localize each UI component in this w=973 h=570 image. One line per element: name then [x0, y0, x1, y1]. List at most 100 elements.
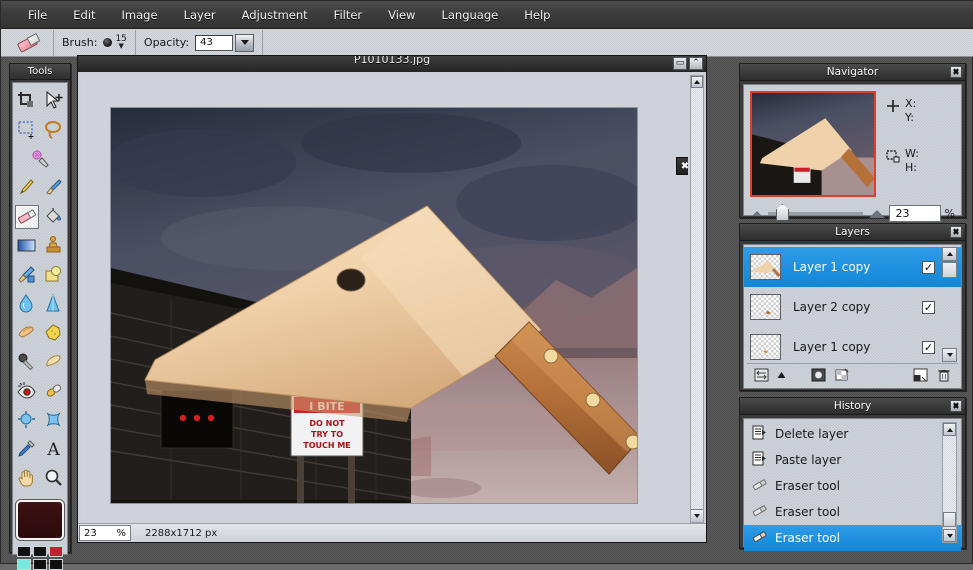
history-scroll-up-button[interactable] — [943, 423, 956, 436]
zoom-slider-handle[interactable] — [776, 204, 789, 221]
history-item[interactable]: Eraser tool — [744, 473, 961, 499]
sponge-tool-button[interactable] — [42, 321, 66, 345]
layer-visibility-checkbox[interactable]: ✓ — [922, 301, 935, 314]
hand-tool-button[interactable] — [15, 466, 39, 490]
scroll-down-button[interactable] — [691, 509, 703, 522]
navigator-percent-label: % — [945, 207, 955, 220]
document-title-bar[interactable]: P1010133.jpg ▭ ⌃ — [78, 56, 706, 73]
layer-effects-button[interactable] — [834, 367, 850, 383]
text-tool-button[interactable]: A — [42, 437, 66, 461]
pinch-tool-button[interactable] — [15, 408, 39, 432]
brush-size-stepper[interactable]: 15 ▼ — [115, 35, 126, 50]
zoom-out-icon[interactable] — [752, 211, 762, 216]
canvas-vertical-scrollbar[interactable] — [690, 75, 704, 523]
menu-item-filter[interactable]: Filter — [321, 5, 375, 25]
history-scroll-down-button[interactable] — [943, 529, 956, 542]
magic-wand-tool-button[interactable] — [28, 147, 52, 171]
layer-row[interactable]: Layer 2 copy ✓ — [744, 287, 961, 327]
layers-scroll-thumb[interactable] — [942, 262, 957, 278]
history-title-bar[interactable]: History ✖ — [740, 398, 965, 415]
smear-tool-button[interactable] — [42, 350, 66, 374]
layer-row[interactable]: Layer 1 copy ✓ — [744, 247, 961, 287]
history-item[interactable]: Delete layer — [744, 421, 961, 447]
scroll-up-button[interactable] — [691, 76, 703, 88]
palette-swatch-4[interactable] — [17, 559, 31, 570]
rectangle-select-tool-button[interactable] — [15, 118, 39, 142]
clone-stamp-tool-button[interactable] — [42, 234, 66, 258]
menu-item-view[interactable]: View — [375, 5, 428, 25]
menu-item-file[interactable]: File — [15, 5, 60, 25]
palette-swatch-6[interactable] — [49, 559, 63, 570]
maximize-button[interactable]: ⌃ — [689, 57, 703, 70]
zoom-tool-button[interactable] — [42, 466, 66, 490]
palette-swatch-5[interactable] — [33, 559, 47, 570]
history-close-button[interactable]: ✖ — [950, 400, 962, 412]
layer-row[interactable]: Layer 1 copy ✓ — [744, 327, 961, 367]
layer-visibility-checkbox[interactable]: ✓ — [922, 341, 935, 354]
palette-swatch-1[interactable] — [17, 546, 31, 557]
opacity-label: Opacity: — [144, 36, 189, 49]
opacity-dropdown-button[interactable] — [235, 34, 254, 52]
history-item[interactable]: Eraser tool — [744, 525, 961, 551]
layers-close-button[interactable]: ✖ — [950, 226, 962, 238]
menu-item-language[interactable]: Language — [428, 5, 511, 25]
menu-item-help[interactable]: Help — [511, 5, 563, 25]
shape-tool-button[interactable] — [42, 263, 66, 287]
navigator-zoom-input[interactable]: 23 — [889, 205, 941, 222]
eyedropper-tool-button[interactable] — [15, 437, 39, 461]
navigator-body: X: Y: W: H: — [743, 84, 962, 216]
navigator-thumbnail[interactable] — [750, 91, 876, 197]
red-eye-tool-button[interactable] — [15, 379, 39, 403]
layer-visibility-checkbox[interactable]: ✓ — [922, 261, 935, 274]
blend-mode-button[interactable] — [753, 367, 769, 383]
layer-mask-button[interactable] — [810, 367, 826, 383]
brush-preview-icon[interactable] — [103, 38, 112, 47]
layers-scroll-up-button[interactable] — [942, 247, 957, 261]
burn-tool-button[interactable] — [15, 350, 39, 374]
layers-title-bar[interactable]: Layers ✖ — [740, 224, 965, 241]
close-document-button[interactable]: ✖ — [676, 157, 688, 175]
zoom-in-icon[interactable] — [869, 210, 885, 218]
minimize-icon: ▭ — [676, 59, 685, 68]
history-item[interactable]: Eraser tool — [744, 499, 961, 525]
smudge-tool-button[interactable] — [15, 263, 39, 287]
pill-tool-button[interactable] — [42, 379, 66, 403]
blur-tool-button[interactable] — [15, 292, 39, 316]
pencil-tool-button[interactable] — [15, 176, 39, 200]
menu-item-image[interactable]: Image — [109, 5, 171, 25]
menu-item-adjustment[interactable]: Adjustment — [229, 5, 321, 25]
bloat-tool-button[interactable] — [42, 408, 66, 432]
delete-layer-button[interactable] — [936, 367, 952, 383]
move-layer-up-button[interactable] — [777, 367, 786, 383]
lasso-select-tool-button[interactable] — [42, 118, 66, 142]
history-scrollbar[interactable] — [942, 422, 957, 543]
menu-bar: File Edit Image Layer Adjustment Filter … — [1, 1, 973, 29]
brush-label: Brush: — [62, 36, 97, 49]
menu-item-edit[interactable]: Edit — [60, 5, 108, 25]
history-scroll-thumb[interactable] — [943, 512, 956, 527]
palette-swatch-2[interactable] — [33, 546, 47, 557]
gradient-tool-button[interactable] — [15, 234, 39, 258]
crop-tool-button[interactable] — [15, 89, 39, 113]
navigator-close-button[interactable]: ✖ — [950, 66, 962, 78]
history-item[interactable]: Paste layer — [744, 447, 961, 473]
history-panel: History ✖ Delete layer Paste layer — [739, 397, 966, 549]
move-tool-button[interactable] — [42, 89, 66, 113]
layers-scroll-down-button[interactable] — [942, 348, 957, 362]
paintbrush-tool-button[interactable] — [42, 176, 66, 200]
image-canvas[interactable]: I BITE DO NOT TRY TO TOUCH ME — [110, 107, 638, 504]
paint-bucket-tool-button[interactable] — [42, 205, 66, 229]
navigator-title-bar[interactable]: Navigator ✖ — [740, 64, 965, 81]
foreground-color-swatch[interactable] — [16, 500, 64, 540]
opacity-input[interactable]: 43 — [195, 35, 233, 51]
dodge-tool-button[interactable] — [15, 321, 39, 345]
minimize-button[interactable]: ▭ — [673, 57, 687, 70]
canvas-area[interactable]: I BITE DO NOT TRY TO TOUCH ME — [81, 75, 688, 523]
sharpen-tool-button[interactable] — [42, 292, 66, 316]
menu-item-layer[interactable]: Layer — [171, 5, 229, 25]
zoom-slider-track[interactable] — [768, 212, 863, 215]
palette-swatch-3[interactable] — [49, 546, 63, 557]
status-zoom-field[interactable]: 23 % — [79, 525, 131, 541]
new-layer-button[interactable] — [912, 367, 928, 383]
eraser-tool-button[interactable] — [15, 205, 39, 229]
